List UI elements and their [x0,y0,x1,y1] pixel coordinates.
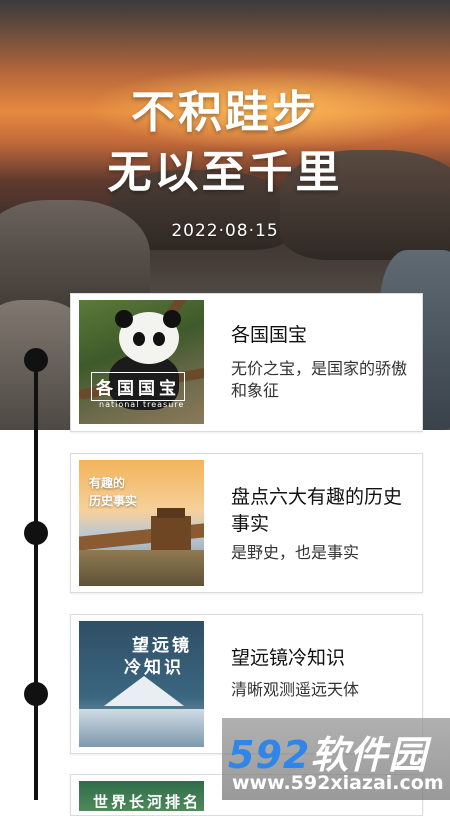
thumbnail-sublabel: national treasure [99,400,185,409]
timeline-dot [24,682,48,706]
thumbnail-label: 各国国宝 [91,372,185,401]
tower-roof-shape [157,508,185,518]
rivers-thumbnail: 世界长河排名 [79,781,204,811]
card-description: 无价之宝，是国家的骄傲和象征 [231,359,408,400]
watermark-brand-text: 软件园 [310,733,428,777]
panda-eye [133,332,145,346]
great-wall-thumbnail: 有趣的 历史事实 [79,460,204,586]
thumbnail-label-line2: 历史事实 [89,494,138,508]
watermark-brand-number: 592 [228,733,311,777]
waves-shape [79,709,204,747]
tower-shape [151,516,191,550]
article-card-national-treasure[interactable]: 各国国宝 national treasure 各国国宝 无价之宝，是国家的骄傲和… [70,293,423,432]
card-description: 是野史，也是事实 [231,543,360,562]
watermark-url: www.592xiazai.com [232,772,444,794]
hero-title-line2: 无以至千里 [107,147,343,198]
panda-thumbnail: 各国国宝 national treasure [79,300,204,424]
paper-boat-shape [104,676,184,706]
telescope-thumbnail: 望远镜 冷知识 [79,621,204,747]
timeline-dot [24,348,48,372]
hero-date: 2022·08·15 [171,221,279,241]
panda-ear [163,310,181,328]
timeline-dot [24,521,48,545]
timeline-line [34,356,38,800]
hill-shape [79,550,204,586]
card-description: 清晰观测遥远天体 [231,680,360,699]
panda-ear [115,310,133,328]
card-title: 各国国宝 [231,324,308,346]
card-title: 盘点六大有趣的历史事实 [231,486,403,535]
panda-eye [153,332,165,346]
article-card-history-facts[interactable]: 有趣的 历史事实 盘点六大有趣的历史事实 是野史，也是事实 [70,453,423,593]
thumbnail-label-line2: 冷知识 [124,658,184,678]
watermark: 592软件园 www.592xiazai.com [222,718,450,800]
panda-head [115,310,181,364]
thumbnail-label: 世界长河排名 [93,793,202,811]
thumbnail-label-line1: 有趣的 [89,476,126,490]
watermark-brand: 592软件园 [228,724,427,779]
hero-title-line1: 不积跬步 [131,87,319,138]
card-title: 望远镜冷知识 [231,647,346,669]
